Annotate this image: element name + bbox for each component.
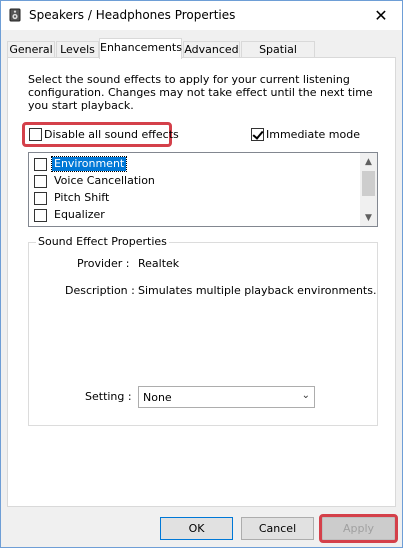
immediate-mode-checkbox[interactable] — [251, 128, 264, 141]
disable-all-label[interactable]: Disable all sound effects — [44, 128, 179, 141]
description-value: Simulates multiple playback environments… — [138, 284, 377, 297]
setting-dropdown[interactable]: None ⌄ — [138, 386, 315, 408]
effect-name: Equalizer — [54, 208, 105, 221]
tab-advanced[interactable]: Advanced — [183, 41, 240, 58]
setting-label: Setting : — [85, 390, 132, 403]
list-scrollbar[interactable]: ▲ ▼ — [360, 153, 377, 226]
list-item-pitch-shift[interactable]: Pitch Shift — [34, 190, 354, 206]
close-button[interactable]: ✕ — [360, 1, 402, 30]
effects-list[interactable]: Environment Voice Cancellation Pitch Shi… — [28, 152, 378, 227]
list-item-voice-cancellation[interactable]: Voice Cancellation — [34, 173, 354, 189]
effect-name: Environment — [50, 156, 128, 172]
window-title: Speakers / Headphones Properties — [29, 8, 236, 22]
description-label: Description : — [65, 284, 135, 297]
disable-all-checkbox[interactable] — [29, 128, 42, 141]
scroll-up-icon[interactable]: ▲ — [360, 153, 377, 170]
effect-checkbox[interactable] — [34, 192, 47, 205]
effect-name: Voice Cancellation — [54, 174, 155, 187]
list-item-environment[interactable]: Environment — [34, 156, 354, 172]
tab-spatial-sound[interactable]: Spatial sound — [241, 41, 315, 72]
group-title: Sound Effect Properties — [36, 235, 169, 248]
provider-label: Provider : — [77, 257, 130, 270]
effect-name: Pitch Shift — [54, 191, 110, 204]
enhancements-description: Select the sound effects to apply for yo… — [28, 73, 373, 112]
effect-checkbox[interactable] — [34, 158, 47, 171]
enhancements-panel: Select the sound effects to apply for yo… — [7, 57, 396, 507]
tab-levels[interactable]: Levels — [56, 41, 99, 58]
title-bar[interactable]: Speakers / Headphones Properties ✕ — [1, 1, 402, 30]
cancel-button[interactable]: Cancel — [241, 517, 314, 540]
tab-general[interactable]: General — [7, 41, 55, 58]
effect-checkbox[interactable] — [34, 175, 47, 188]
ok-button[interactable]: OK — [160, 517, 233, 540]
effect-checkbox[interactable] — [34, 209, 47, 222]
scroll-thumb[interactable] — [362, 171, 375, 196]
list-item-equalizer[interactable]: Equalizer — [34, 207, 354, 223]
tab-enhancements[interactable]: Enhancements — [99, 38, 182, 59]
properties-window: Speakers / Headphones Properties ✕ Gener… — [0, 0, 403, 548]
immediate-mode-label[interactable]: Immediate mode — [266, 128, 360, 141]
chevron-down-icon: ⌄ — [301, 390, 310, 401]
scroll-down-icon[interactable]: ▼ — [360, 209, 377, 226]
close-icon: ✕ — [374, 6, 388, 25]
speaker-icon — [9, 8, 21, 22]
provider-value: Realtek — [138, 257, 180, 270]
setting-value: None — [143, 391, 172, 404]
highlight-annotation — [319, 514, 398, 543]
